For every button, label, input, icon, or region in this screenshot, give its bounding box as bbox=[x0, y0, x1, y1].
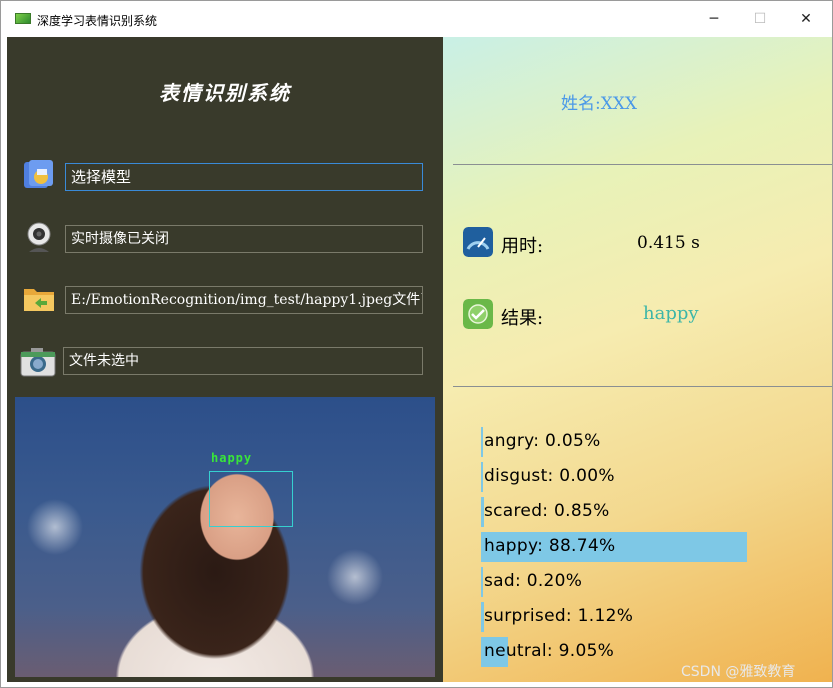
emotion-label: neutral: 9.05% bbox=[484, 641, 615, 661]
capture-file-field[interactable]: 文件未选中 bbox=[63, 347, 423, 375]
camera-status-field[interactable]: 实时摄像已关闭 bbox=[65, 225, 423, 253]
watermark: CSDN @雅致教育 bbox=[681, 664, 796, 680]
emotion-label: sad: 0.20% bbox=[484, 571, 583, 591]
folder-model-icon[interactable] bbox=[21, 157, 57, 193]
emotion-bar bbox=[481, 462, 483, 492]
webcam-icon[interactable] bbox=[21, 220, 57, 256]
model-select-field[interactable]: 选择模型 bbox=[65, 163, 423, 191]
divider bbox=[453, 164, 832, 165]
maximize-button[interactable]: ☐ bbox=[737, 1, 783, 37]
emotion-label: scared: 0.85% bbox=[484, 501, 610, 521]
emotion-row: happy: 88.74% bbox=[481, 532, 781, 562]
emotion-label: angry: 0.05% bbox=[484, 431, 601, 451]
result-panel: 姓名:XXX 用时: 0.415 s 结果: happy angry: 0.05… bbox=[443, 37, 832, 682]
face-bounding-box bbox=[209, 471, 293, 527]
minimize-button[interactable]: ─ bbox=[691, 1, 737, 37]
title-bar[interactable]: 深度学习表情识别系统 ─ ☐ ✕ bbox=[1, 1, 832, 37]
emotion-row: angry: 0.05% bbox=[481, 427, 781, 457]
control-panel: 表情识别系统 选择模型 实时摄像已关闭 E:/EmotionRecognitio… bbox=[7, 37, 443, 682]
result-check-icon bbox=[463, 299, 493, 329]
speedometer-icon bbox=[463, 227, 493, 257]
result-label: 结果: bbox=[501, 308, 544, 329]
emotion-row: surprised: 1.12% bbox=[481, 602, 781, 632]
time-value: 0.415 s bbox=[637, 233, 700, 253]
detection-image: happy bbox=[15, 397, 435, 677]
emotion-label: surprised: 1.12% bbox=[484, 606, 634, 626]
face-emotion-label: happy bbox=[211, 451, 253, 465]
result-value: happy bbox=[643, 303, 699, 324]
emotion-label: disgust: 0.00% bbox=[484, 466, 615, 486]
app-icon bbox=[15, 13, 31, 24]
open-folder-icon[interactable] bbox=[21, 281, 57, 317]
emotion-label: happy: 88.74% bbox=[484, 536, 616, 556]
divider bbox=[453, 386, 832, 387]
file-path-field[interactable]: E:/EmotionRecognition/img_test/happy1.jp… bbox=[65, 286, 423, 314]
emotion-row: sad: 0.20% bbox=[481, 567, 781, 597]
emotion-row: scared: 0.85% bbox=[481, 497, 781, 527]
emotion-row: disgust: 0.00% bbox=[481, 462, 781, 492]
emotion-bar bbox=[481, 427, 483, 457]
close-button[interactable]: ✕ bbox=[783, 1, 829, 37]
user-name: 姓名:XXX bbox=[561, 94, 638, 114]
window-title: 深度学习表情识别系统 bbox=[37, 14, 158, 28]
system-title: 表情识别系统 bbox=[159, 81, 291, 105]
time-label: 用时: bbox=[501, 236, 544, 257]
camera-icon[interactable] bbox=[19, 343, 57, 379]
emotion-bar bbox=[481, 567, 483, 597]
app-window: 深度学习表情识别系统 ─ ☐ ✕ 表情识别系统 选择模型 实时摄像已关闭 E:/ bbox=[0, 0, 833, 688]
